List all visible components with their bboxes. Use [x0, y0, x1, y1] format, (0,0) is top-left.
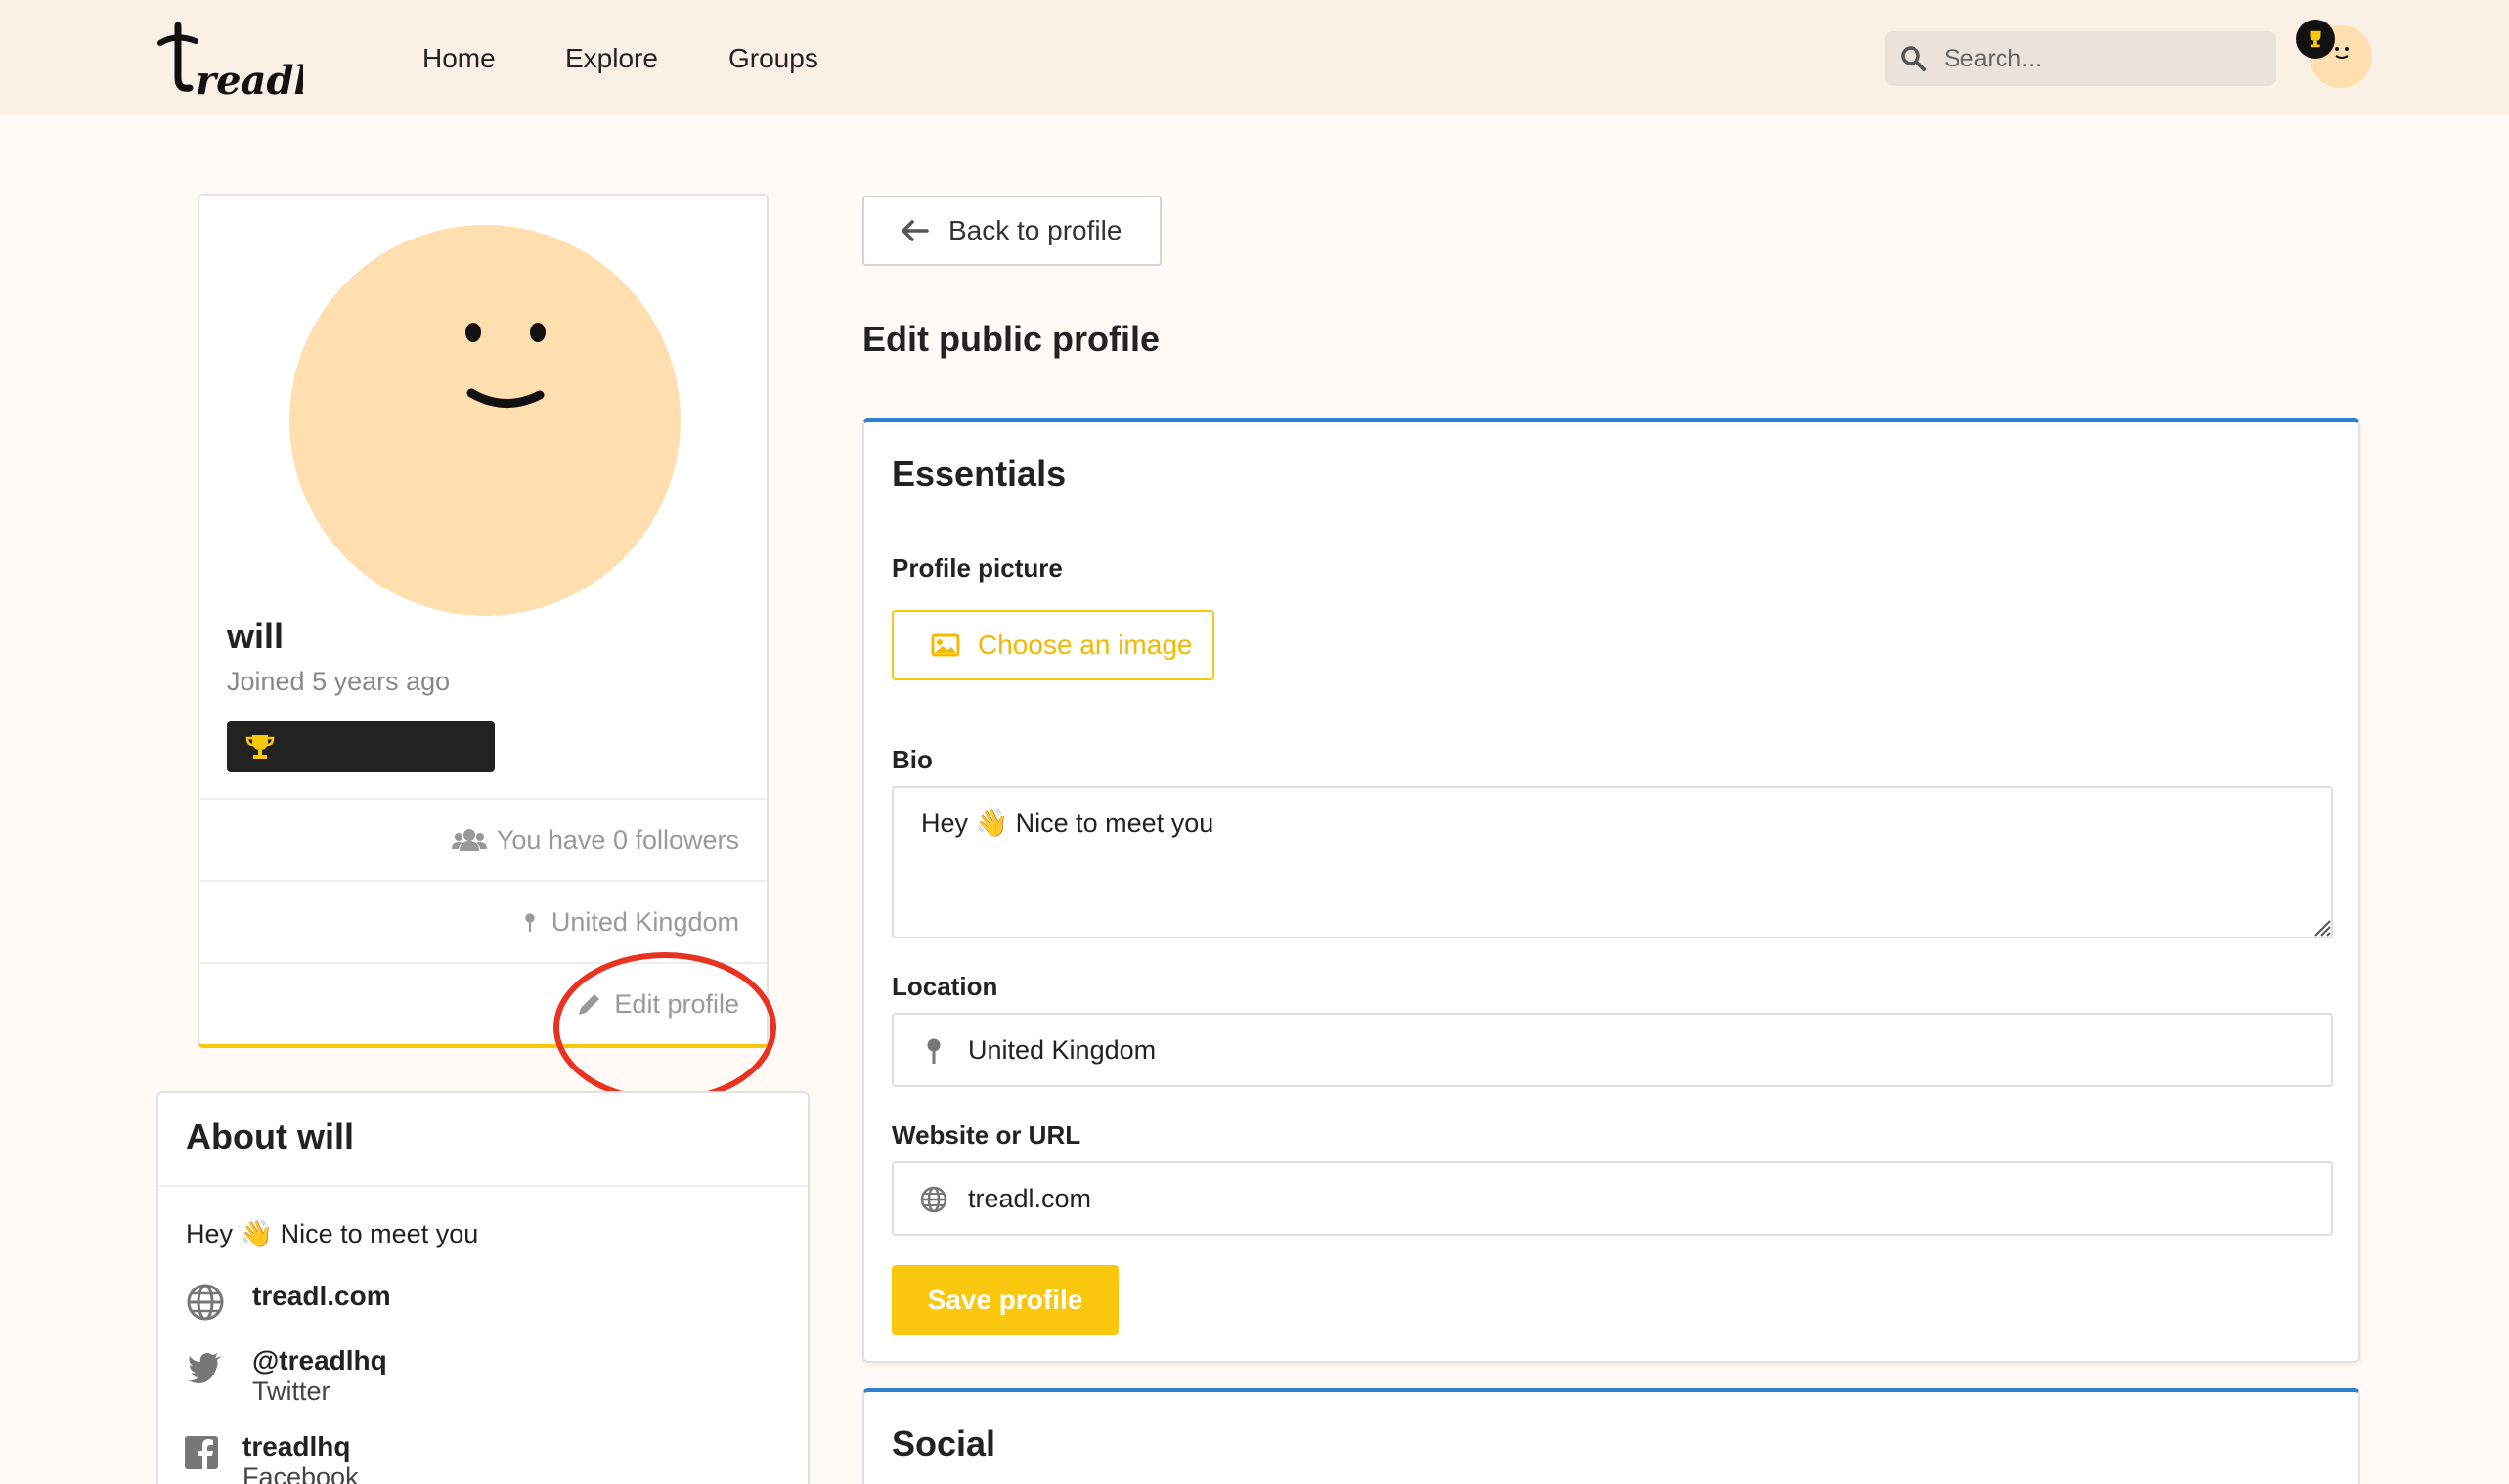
- location-field[interactable]: [892, 1013, 2333, 1087]
- image-icon: [931, 633, 960, 657]
- users-icon: [451, 829, 487, 851]
- badge-label: Gold Supporter: [293, 731, 480, 762]
- location-input[interactable]: [968, 1015, 2317, 1085]
- search-box[interactable]: [1885, 31, 2276, 86]
- essentials-card: Essentials Profile picture Choose an ima…: [862, 418, 2360, 1363]
- top-navbar: readl Home Explore Groups: [0, 0, 2509, 115]
- nav-explore[interactable]: Explore: [565, 39, 658, 78]
- followers-row: You have 0 followers: [199, 798, 767, 880]
- profile-name: will: [227, 616, 285, 656]
- save-profile-button[interactable]: Save profile: [892, 1265, 1119, 1335]
- divider: [158, 1185, 808, 1187]
- facebook-icon: [185, 1436, 218, 1469]
- facebook-label: Facebook: [242, 1462, 359, 1484]
- twitter-label: Twitter: [252, 1376, 330, 1406]
- choose-image-button[interactable]: Choose an image: [892, 610, 1214, 680]
- choose-image-label: Choose an image: [978, 630, 1193, 660]
- profile-avatar: [289, 225, 681, 616]
- website-field[interactable]: [892, 1161, 2333, 1236]
- location-row: United Kingdom: [199, 880, 767, 962]
- about-title: About will: [186, 1116, 354, 1157]
- resize-grip-icon[interactable]: [2311, 917, 2331, 937]
- page-title: Edit public profile: [862, 319, 1160, 359]
- profile-card: will Joined 5 years ago Gold Supporter Y…: [198, 194, 776, 1103]
- search-input[interactable]: [1944, 31, 2267, 86]
- social-title: Social: [892, 1423, 996, 1463]
- globe-icon: [920, 1186, 947, 1213]
- nav-home[interactable]: Home: [422, 39, 496, 78]
- globe-icon: [187, 1284, 224, 1321]
- search-icon: [1901, 46, 1926, 71]
- nav-groups[interactable]: Groups: [728, 39, 818, 78]
- trophy-icon: [245, 735, 275, 759]
- about-card: About will Hey 👋 Nice to meet you treadl…: [156, 1091, 810, 1484]
- twitter-handle[interactable]: @treadlhq: [252, 1345, 387, 1376]
- facebook-handle[interactable]: treadlhq: [242, 1431, 350, 1462]
- twitter-icon: [188, 1353, 221, 1383]
- joined-date: Joined 5 years ago: [227, 667, 451, 696]
- location-text: United Kingdom: [550, 906, 739, 937]
- trophy-icon: [2296, 20, 2335, 59]
- essentials-title: Essentials: [892, 454, 1067, 494]
- followers-text: You have 0 followers: [496, 824, 739, 854]
- arrow-left-icon: [902, 220, 929, 241]
- profile-picture-label: Profile picture: [892, 553, 1063, 583]
- highlight-circle-annotation: [553, 952, 776, 1103]
- map-pin-icon: [525, 913, 535, 932]
- website-label: Website or URL: [892, 1120, 1081, 1150]
- bio-textarea[interactable]: Hey 👋 Nice to meet you: [892, 786, 2333, 938]
- gold-supporter-badge: Gold Supporter: [227, 721, 495, 772]
- map-pin-icon: [927, 1038, 941, 1064]
- treadl-logo[interactable]: readl: [156, 20, 309, 104]
- back-to-profile-button[interactable]: Back to profile: [862, 196, 1162, 266]
- about-bio: Hey 👋 Nice to meet you: [186, 1219, 479, 1248]
- social-card: Social: [862, 1388, 2360, 1484]
- website-link[interactable]: treadl.com: [252, 1281, 391, 1312]
- back-to-profile-label: Back to profile: [948, 215, 1122, 245]
- svg-text:readl: readl: [196, 58, 303, 98]
- website-input[interactable]: [968, 1163, 2317, 1234]
- location-label: Location: [892, 972, 998, 1001]
- bio-label: Bio: [892, 745, 933, 774]
